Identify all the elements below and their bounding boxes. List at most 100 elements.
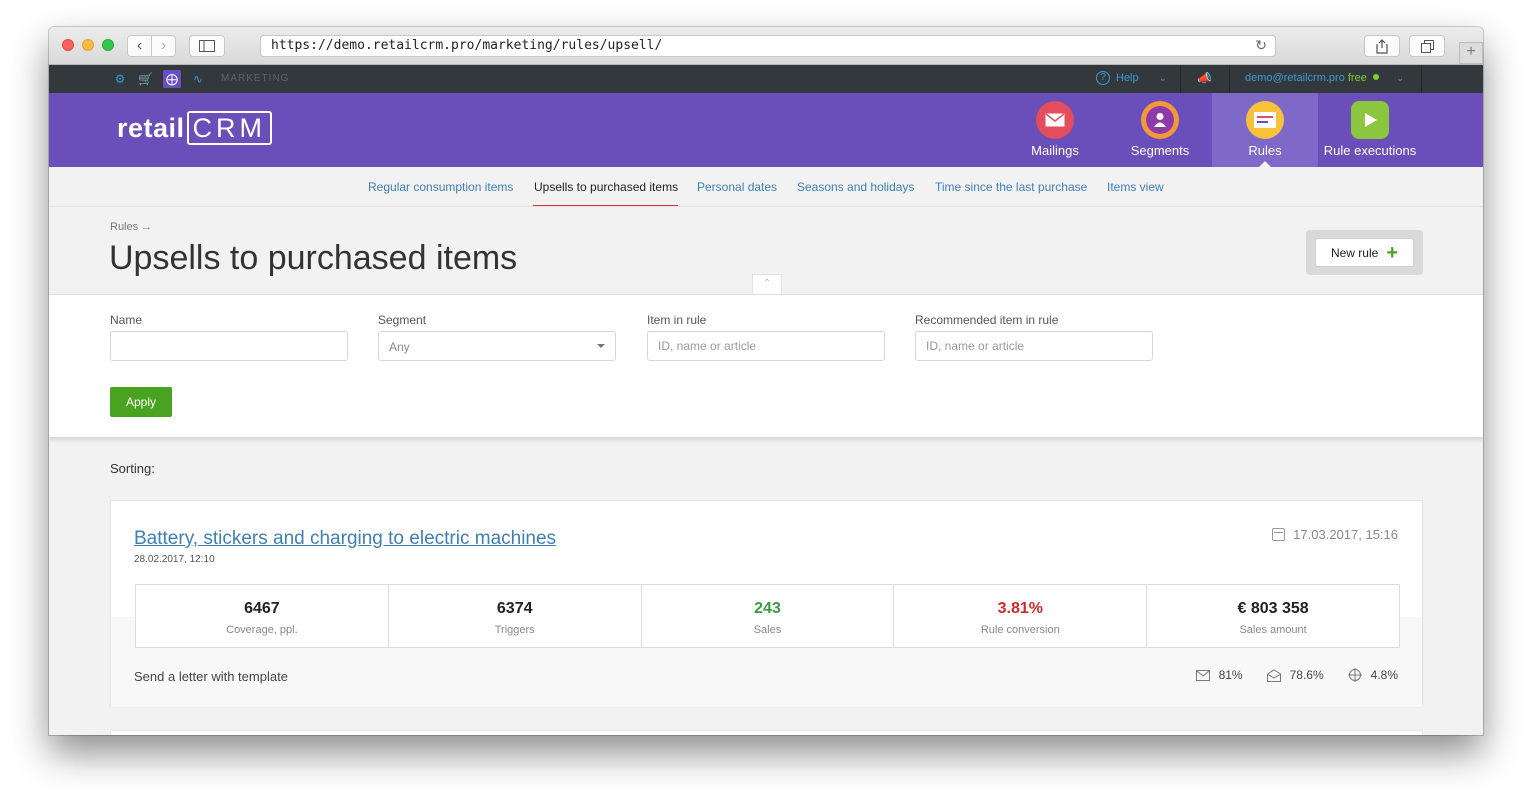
plus-icon: + — [1466, 43, 1476, 60]
metric-value: 81% — [1218, 668, 1243, 682]
help-label: Help — [1116, 72, 1139, 84]
apply-button[interactable]: Apply — [110, 387, 172, 417]
stat-label: Rule conversion — [980, 624, 1060, 636]
stat-sales: 243 Sales — [642, 585, 895, 647]
rules-list: Sorting: Battery, stickers and charging … — [49, 437, 1483, 735]
metric-delivered: 81% — [1195, 668, 1243, 682]
rule-created-date: 28.02.2017, 12:10 — [134, 554, 215, 565]
analytics-chart-icon[interactable]: ∿ — [191, 72, 205, 86]
chevron-up-icon: ⌃ — [762, 278, 772, 289]
address-bar[interactable]: https://demo.retailcrm.pro/marketing/rul… — [260, 35, 1276, 57]
megaphone-icon[interactable]: 📣 — [1197, 71, 1212, 85]
module-rules[interactable]: Rules — [1212, 93, 1318, 167]
gear-icon[interactable]: ⚙ — [113, 72, 127, 86]
marketing-target-icon[interactable]: ⨁ — [163, 70, 181, 88]
chevron-down-icon: ⌄ — [1158, 72, 1168, 84]
sorting-label: Sorting: — [110, 461, 155, 476]
metric-opened: 78.6% — [1266, 668, 1324, 682]
rule-action: Send a letter with template — [134, 669, 288, 684]
stat-value: € 803 358 — [1237, 600, 1309, 617]
stat-value: 243 — [754, 600, 781, 617]
rule-email-metrics: 81% 78.6% 4.8% — [1195, 668, 1398, 682]
rule-executions-icon — [1351, 101, 1389, 139]
segment-selected-value: Any — [389, 340, 410, 354]
active-tab-underline — [533, 205, 678, 206]
chevron-right-icon: › — [160, 37, 167, 54]
new-tab-button[interactable]: + — [1459, 42, 1483, 64]
close-window-button[interactable] — [62, 39, 74, 51]
app-header: retail CRM Mailings Segments Rules Rule … — [49, 93, 1483, 167]
stat-value: 6374 — [496, 600, 533, 617]
stat-sales-amount: € 803 358 Sales amount — [1147, 585, 1399, 647]
tab-items-view[interactable]: Items view — [1107, 180, 1164, 194]
show-tabs-button[interactable] — [1409, 35, 1445, 57]
stat-rule-conversion: 3.81% Rule conversion — [894, 585, 1148, 647]
user-email: demo@retailcrm.pro — [1245, 72, 1345, 84]
module-rule-executions[interactable]: Rule executions — [1317, 93, 1423, 167]
logo-text: retail — [117, 113, 185, 143]
tab-seasons-and-holidays[interactable]: Seasons and holidays — [797, 180, 914, 194]
rule-title-link[interactable]: Battery, stickers and charging to electr… — [134, 528, 556, 550]
recommended-item-filter-input[interactable] — [915, 331, 1153, 361]
rule-stats: 6467 Coverage, ppl. 6374 Triggers 243 Sa… — [135, 584, 1400, 648]
user-menu[interactable]: demo@retailcrm.pro free ⌄ — [1245, 72, 1404, 84]
rule-updated-date: 17.03.2017, 15:16 — [1272, 527, 1398, 542]
item-filter-input[interactable] — [647, 331, 885, 361]
system-topbar: ⚙ 🛒 ⨁ ∿ MARKETING ? Help ⌄ 📣 demo@retail… — [49, 65, 1483, 93]
tab-personal-dates[interactable]: Personal dates — [697, 180, 777, 194]
metric-value: 78.6% — [1289, 668, 1324, 682]
new-rule-container: New rule + — [1306, 230, 1423, 275]
collapse-filters-toggle[interactable]: ⌃ — [752, 274, 782, 294]
calendar-icon — [1272, 528, 1286, 541]
stat-label: Sales amount — [1239, 624, 1307, 636]
filter-panel: Name Segment Any Item in rule Recommende… — [49, 294, 1483, 437]
url-text: https://demo.retailcrm.pro/marketing/rul… — [271, 38, 663, 53]
new-rule-button[interactable]: New rule + — [1315, 238, 1414, 267]
name-filter-input[interactable] — [110, 331, 348, 361]
dropdown-arrow-icon — [597, 344, 605, 348]
forward-button[interactable]: › — [151, 35, 176, 57]
retailcrm-logo[interactable]: retail CRM — [117, 111, 273, 145]
module-segments[interactable]: Segments — [1107, 93, 1213, 167]
module-label: Rule executions — [1323, 143, 1417, 158]
segment-select[interactable]: Any — [378, 331, 616, 361]
chevron-left-icon: ‹ — [136, 37, 143, 54]
rule-updated-value: 17.03.2017, 15:16 — [1293, 527, 1398, 542]
segment-filter-label: Segment — [378, 313, 427, 327]
reload-icon[interactable]: ↻ — [1255, 36, 1267, 56]
question-icon: ? — [1096, 71, 1110, 85]
item-filter-label: Item in rule — [647, 313, 707, 327]
stat-label: Triggers — [494, 624, 535, 636]
sidebar-toggle-button[interactable] — [189, 35, 225, 57]
sidebar-icon — [199, 40, 215, 52]
module-label: Rules — [1248, 143, 1282, 158]
logo-crm: CRM — [186, 111, 273, 145]
share-button[interactable] — [1364, 35, 1400, 57]
back-button[interactable]: ‹ — [127, 35, 152, 57]
minimize-window-button[interactable] — [82, 39, 94, 51]
tab-regular-consumption-items[interactable]: Regular consumption items — [368, 180, 513, 194]
module-label: Mailings — [1031, 143, 1079, 158]
stat-value: 6467 — [244, 600, 280, 617]
browser-window: ‹ › https://demo.retailcrm.pro/marketing… — [49, 27, 1483, 735]
page-title: Upsells to purchased items — [109, 239, 518, 277]
section-label: MARKETING — [221, 73, 290, 84]
module-mailings[interactable]: Mailings — [1002, 93, 1108, 167]
recommended-item-filter-label: Recommended item in rule — [915, 313, 1059, 327]
tab-upsells-to-purchased-items[interactable]: Upsells to purchased items — [534, 180, 678, 194]
plus-icon: + — [1386, 241, 1399, 264]
divider — [1229, 65, 1230, 93]
breadcrumb[interactable]: Rules → — [110, 221, 152, 233]
module-label: Segments — [1130, 143, 1190, 158]
rule-card-next — [110, 730, 1423, 735]
envelope-open-icon — [1266, 668, 1281, 682]
help-menu[interactable]: ? Help ⌄ — [1096, 71, 1167, 85]
cart-icon[interactable]: 🛒 — [138, 72, 153, 86]
target-icon — [1347, 668, 1362, 682]
stat-coverage: 6467 Coverage, ppl. — [136, 585, 389, 647]
zoom-window-button[interactable] — [102, 39, 114, 51]
rules-icon — [1246, 101, 1284, 139]
tab-time-since-last-purchase[interactable]: Time since the last purchase — [935, 180, 1087, 194]
online-status-dot — [1372, 74, 1379, 80]
divider — [1180, 65, 1181, 93]
